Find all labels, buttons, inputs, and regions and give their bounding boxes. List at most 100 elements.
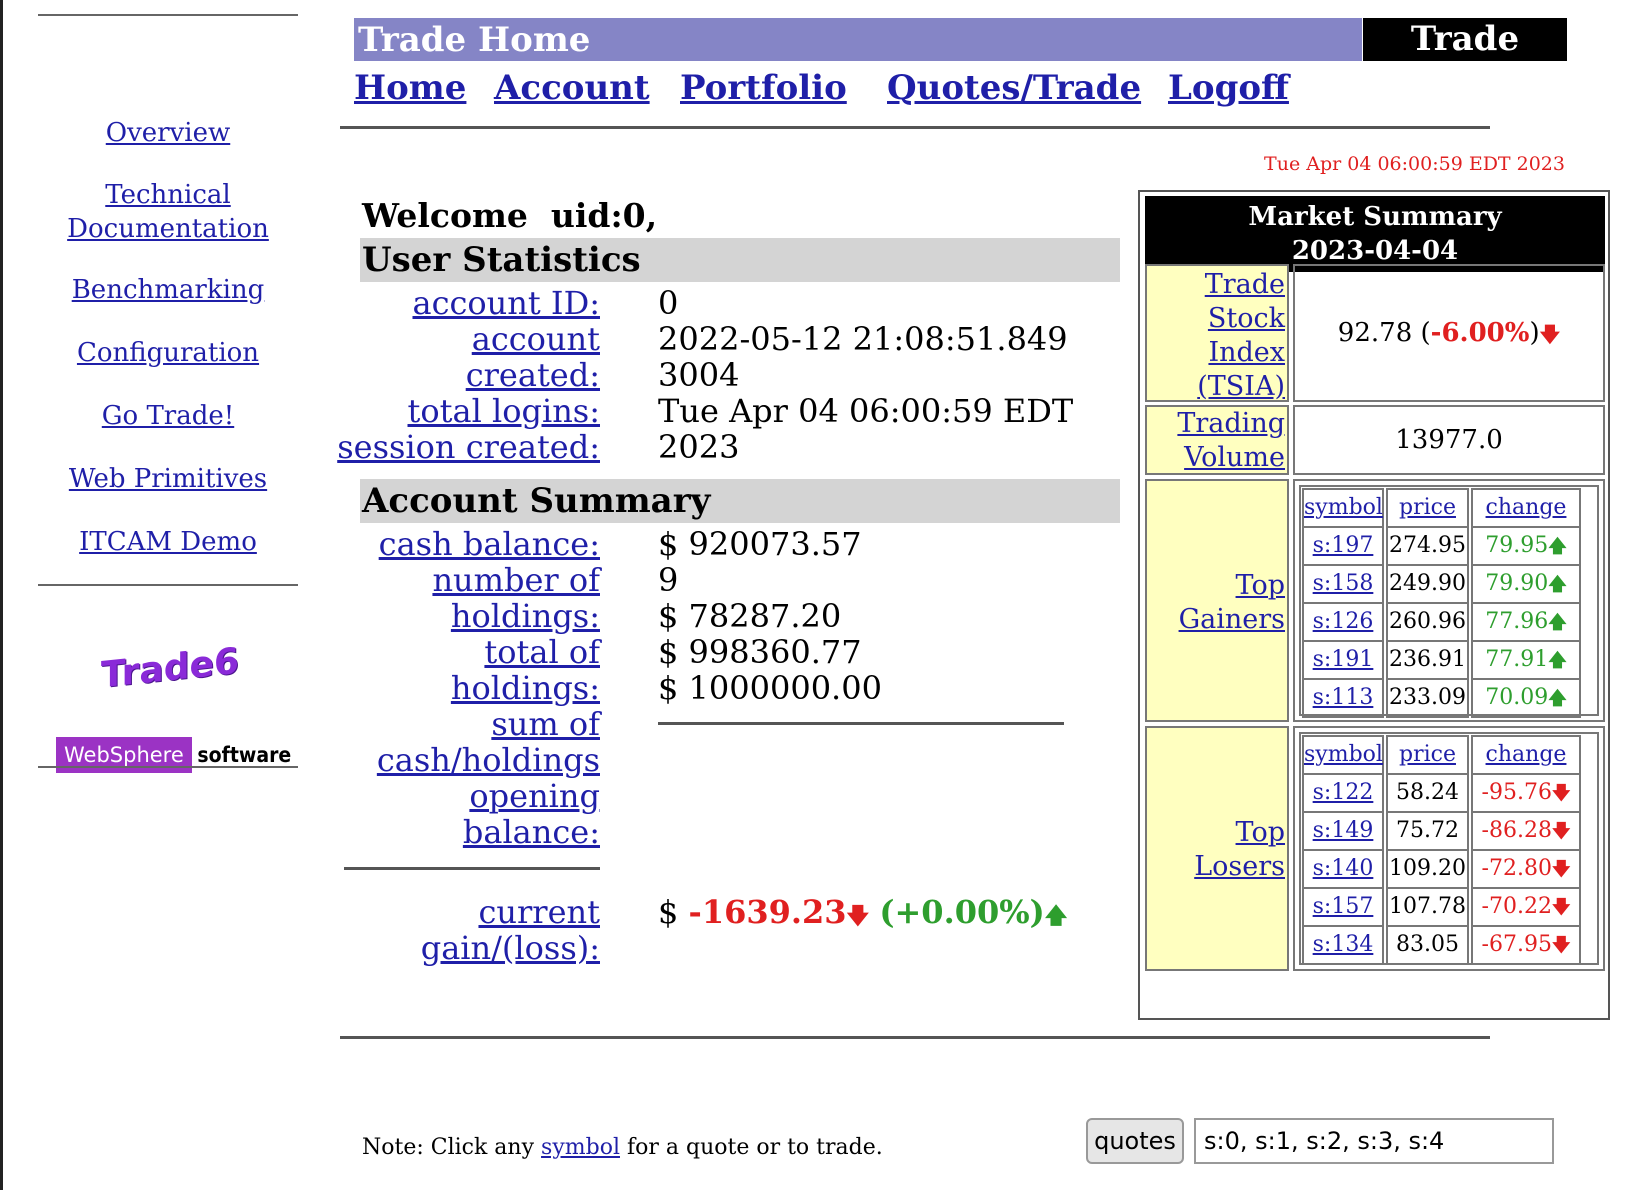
loser-symbol-cell[interactable]: s:122 (1302, 773, 1384, 813)
loser-symbol-cell[interactable]: s:157 (1302, 887, 1384, 927)
label-current-gain[interactable]: current (478, 893, 600, 931)
label-cash-balance[interactable]: cash balance: (379, 525, 600, 563)
label-sum-of-cash-holdings[interactable]: sum of (491, 705, 600, 743)
gainer-symbol-cell[interactable]: s:191 (1302, 640, 1384, 680)
gainer-change-value: 77.96 (1485, 609, 1549, 634)
note-prefix: Note: Click any (362, 1135, 542, 1160)
gainer-change-cell: 77.96🡅 (1471, 602, 1581, 642)
tsia-label-line[interactable]: Index (1208, 337, 1285, 368)
loser-change-value: -67.95 (1481, 932, 1552, 957)
label-number-of-holdings[interactable]: number of (432, 561, 600, 599)
nav-home[interactable]: Home (354, 68, 466, 108)
label-sum-of-cash-holdings-2[interactable]: cash/holdings (377, 741, 600, 779)
top-losers-label-line[interactable]: Losers (1194, 851, 1285, 882)
gainer-symbol-cell[interactable]: s:197 (1302, 526, 1384, 566)
gainer-change-value: 77.91 (1485, 647, 1549, 672)
gainer-col-header-symbol[interactable]: symbol (1302, 488, 1384, 528)
sidebar-item-benchmarking[interactable]: Benchmarking (38, 273, 298, 307)
arrow-down-icon: 🡇 (846, 903, 870, 929)
gainer-col-header-link[interactable]: symbol (1304, 495, 1383, 520)
gainer-symbol-link[interactable]: s:191 (1313, 647, 1374, 672)
sidebar-item-itcam-demo[interactable]: ITCAM Demo (38, 525, 298, 559)
loser-price-cell: 107.78 (1386, 887, 1469, 927)
nav-quotes-trade[interactable]: Quotes/Trade (887, 68, 1141, 108)
label-opening-balance[interactable]: opening (469, 777, 600, 815)
label-account-id[interactable]: account ID: (412, 284, 600, 322)
brand-label: Trade (1363, 18, 1567, 61)
loser-col-header-price[interactable]: price (1386, 735, 1469, 775)
loser-col-header-link[interactable]: symbol (1304, 742, 1383, 767)
nav-account[interactable]: Account (494, 68, 650, 108)
sidebar-item-go-trade[interactable]: Go Trade! (38, 399, 298, 433)
gainer-col-header-link[interactable]: change (1486, 495, 1567, 520)
arrow-up-icon: 🡅 (1548, 612, 1567, 633)
top-gainers-label-line[interactable]: Top (1236, 570, 1285, 601)
session-created-value-2: 2023 (658, 428, 740, 466)
loser-col-header-link[interactable]: price (1399, 742, 1456, 767)
gainer-price-cell: 274.95 (1386, 526, 1469, 566)
volume-label-line[interactable]: Volume (1184, 442, 1285, 473)
label-current-gain-2[interactable]: gain/(loss): (421, 929, 600, 967)
label-total-logins[interactable]: total logins: (408, 392, 601, 430)
loser-col-header-link[interactable]: change (1486, 742, 1567, 767)
sidebar-item-web-primitives[interactable]: Web Primitives (38, 462, 298, 496)
tsia-label-line[interactable]: Trade (1205, 269, 1285, 300)
loser-change-cell: -72.80🡇 (1471, 849, 1581, 889)
nav-portfolio[interactable]: Portfolio (680, 68, 847, 108)
label-account-created-2[interactable]: created: (466, 356, 600, 394)
loser-symbol-cell[interactable]: s:140 (1302, 849, 1384, 889)
loser-price-cell: 75.72 (1386, 811, 1469, 851)
loser-col-header-symbol[interactable]: symbol (1302, 735, 1384, 775)
gainer-col-header-price[interactable]: price (1386, 488, 1469, 528)
label-session-created[interactable]: session created: (337, 428, 600, 466)
gainer-symbol-cell[interactable]: s:158 (1302, 564, 1384, 604)
current-gain-value: $ -1639.23🡇 (+0.00%)🡅 (658, 893, 1067, 935)
loser-symbol-link[interactable]: s:122 (1313, 780, 1374, 805)
top-gainers-label-line[interactable]: Gainers (1179, 604, 1285, 635)
account-summary-heading: Account Summary (360, 479, 1120, 523)
gainer-col-header-change[interactable]: change (1471, 488, 1581, 528)
gainer-symbol-cell[interactable]: s:113 (1302, 678, 1384, 718)
gainer-symbol-link[interactable]: s:158 (1313, 571, 1374, 596)
quotes-symbol-input[interactable]: s:0, s:1, s:2, s:3, s:4 (1194, 1118, 1554, 1164)
note-symbol-link[interactable]: symbol (541, 1135, 620, 1160)
gainer-col-header-link[interactable]: price (1399, 495, 1456, 520)
loser-change-value: -72.80 (1481, 856, 1552, 881)
welcome-text: Welcome uid:0, (362, 196, 658, 235)
label-number-of-holdings-2[interactable]: holdings: (451, 597, 600, 635)
loser-symbol-cell[interactable]: s:149 (1302, 811, 1384, 851)
total-of-holdings-value: $ 78287.20 (658, 597, 842, 635)
tsia-label-line[interactable]: (TSIA) (1197, 371, 1285, 402)
nav-logoff[interactable]: Logoff (1168, 68, 1289, 108)
gainer-symbol-link[interactable]: s:113 (1313, 685, 1374, 710)
label-total-of-holdings-2[interactable]: holdings: (451, 669, 600, 707)
opening-balance-value: $ 1000000.00 (658, 669, 882, 707)
loser-symbol-cell[interactable]: s:134 (1302, 925, 1384, 965)
label-opening-balance-2[interactable]: balance: (463, 813, 600, 851)
top-losers-label-line[interactable]: Top (1236, 817, 1285, 848)
header-divider (340, 126, 1490, 129)
loser-price-cell: 58.24 (1386, 773, 1469, 813)
sidebar-item-technical-documentation[interactable]: Technical Documentation (38, 178, 298, 246)
gainer-price-cell: 236.91 (1386, 640, 1469, 680)
label-account-created[interactable]: account (472, 320, 600, 358)
label-total-of-holdings[interactable]: total of (484, 633, 600, 671)
sum-of-cash-holdings-value: $ 998360.77 (658, 633, 862, 671)
arrow-down-icon: 🡇 (1551, 783, 1571, 804)
gainer-symbol-cell[interactable]: s:126 (1302, 602, 1384, 642)
quotes-button[interactable]: quotes (1086, 1118, 1184, 1164)
arrow-down-icon: 🡇 (1551, 821, 1571, 842)
gainer-symbol-link[interactable]: s:197 (1313, 533, 1374, 558)
tsia-label-line[interactable]: Stock (1208, 303, 1285, 334)
loser-symbol-link[interactable]: s:134 (1313, 932, 1374, 957)
loser-symbol-link[interactable]: s:149 (1313, 818, 1374, 843)
software-logo-text: software (197, 743, 292, 767)
note-suffix: for a quote or to trade. (619, 1135, 883, 1160)
loser-col-header-change[interactable]: change (1471, 735, 1581, 775)
loser-symbol-link[interactable]: s:140 (1313, 856, 1374, 881)
loser-symbol-link[interactable]: s:157 (1313, 894, 1374, 919)
volume-label-line[interactable]: Trading (1177, 408, 1285, 439)
gainer-symbol-link[interactable]: s:126 (1313, 609, 1374, 634)
sidebar-item-overview[interactable]: Overview (38, 116, 298, 150)
sidebar-item-configuration[interactable]: Configuration (38, 336, 298, 370)
